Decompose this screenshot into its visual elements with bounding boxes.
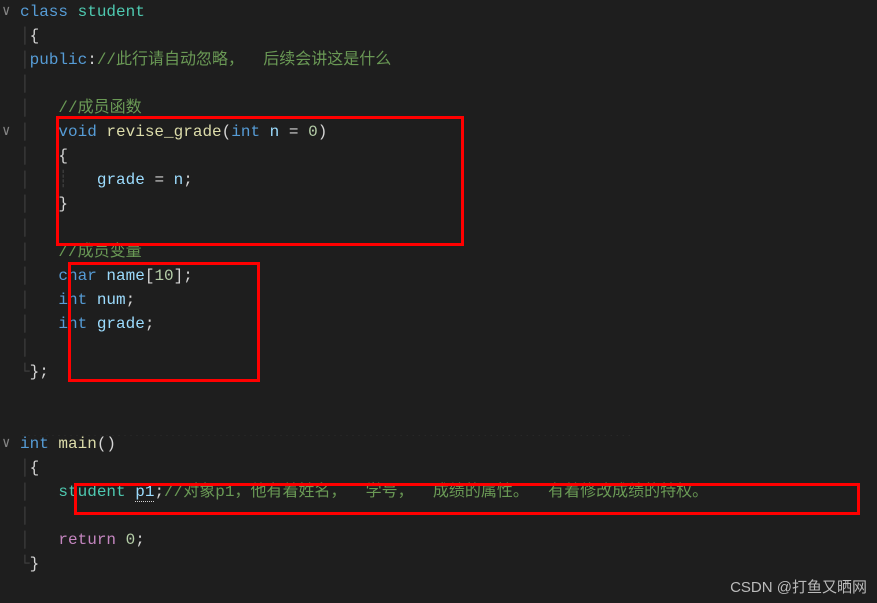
- fold-icon[interactable]: ∨: [2, 0, 10, 24]
- code-line: │ int num;: [20, 288, 877, 312]
- code-line: │{: [20, 24, 877, 48]
- code-line: ∨│ void revise_grade(int n = 0): [20, 120, 877, 144]
- code-line: │ int grade;: [20, 312, 877, 336]
- number: 0: [308, 123, 318, 141]
- code-line: │: [20, 336, 877, 360]
- variable: grade: [97, 315, 145, 333]
- code-line: │ {: [20, 144, 877, 168]
- code-line: [20, 384, 877, 408]
- keyword-int: int: [20, 435, 49, 453]
- brace-close: }: [30, 555, 40, 573]
- code-line: │{: [20, 456, 877, 480]
- function-name: revise_grade: [106, 123, 221, 141]
- brace-close: };: [30, 363, 49, 381]
- code-line: │ //成员函数: [20, 96, 877, 120]
- variable: num: [97, 291, 126, 309]
- keyword-int: int: [58, 315, 87, 333]
- comment: //此行请自动忽略， 后续会讲这是什么: [97, 51, 391, 69]
- function-name: main: [58, 435, 96, 453]
- ruler: [20, 435, 860, 436]
- comment: //对象p1，他有着姓名， 学号， 成绩的属性。 有着修改成绩的特权。: [164, 483, 708, 501]
- keyword-return: return: [58, 531, 116, 549]
- type: student: [58, 483, 125, 501]
- code-line: │public://此行请自动忽略， 后续会讲这是什么: [20, 48, 877, 72]
- class-name: student: [78, 3, 145, 21]
- variable: name: [106, 267, 144, 285]
- brace-open: {: [30, 27, 40, 45]
- number: 10: [154, 267, 173, 285]
- code-line: └}: [20, 552, 877, 576]
- watermark: CSDN @打鱼又晒网: [730, 576, 867, 597]
- keyword-class: class: [20, 3, 68, 21]
- code-line: │ //成员变量: [20, 240, 877, 264]
- code-line: │: [20, 72, 877, 96]
- code-line: │ student p1;//对象p1，他有着姓名， 学号， 成绩的属性。 有着…: [20, 480, 877, 504]
- code-line: │ ┊ grade = n;: [20, 168, 877, 192]
- brace-close: }: [58, 195, 68, 213]
- number: 0: [126, 531, 136, 549]
- keyword-char: char: [58, 267, 96, 285]
- code-line: │: [20, 216, 877, 240]
- keyword-void: void: [58, 123, 96, 141]
- code-line: │ }: [20, 192, 877, 216]
- brace-open: {: [30, 459, 40, 477]
- param: n: [270, 123, 280, 141]
- code-line: └};: [20, 360, 877, 384]
- keyword-public: public: [30, 51, 88, 69]
- comment: //成员变量: [58, 243, 141, 261]
- code-line: │ return 0;: [20, 528, 877, 552]
- keyword-int: int: [231, 123, 260, 141]
- variable: grade: [97, 171, 145, 189]
- code-line: [20, 408, 877, 432]
- code-line: ∨class student: [20, 0, 877, 24]
- variable: p1: [135, 483, 154, 502]
- comment: //成员函数: [58, 99, 141, 117]
- keyword-int: int: [58, 291, 87, 309]
- brace-open: {: [58, 147, 68, 165]
- fold-icon[interactable]: ∨: [2, 432, 10, 456]
- variable: n: [174, 171, 184, 189]
- code-line: │: [20, 504, 877, 528]
- code-editor[interactable]: ∨class student │{ │public://此行请自动忽略， 后续会…: [0, 0, 877, 603]
- code-line: │ char name[10];: [20, 264, 877, 288]
- fold-icon[interactable]: ∨: [2, 120, 10, 144]
